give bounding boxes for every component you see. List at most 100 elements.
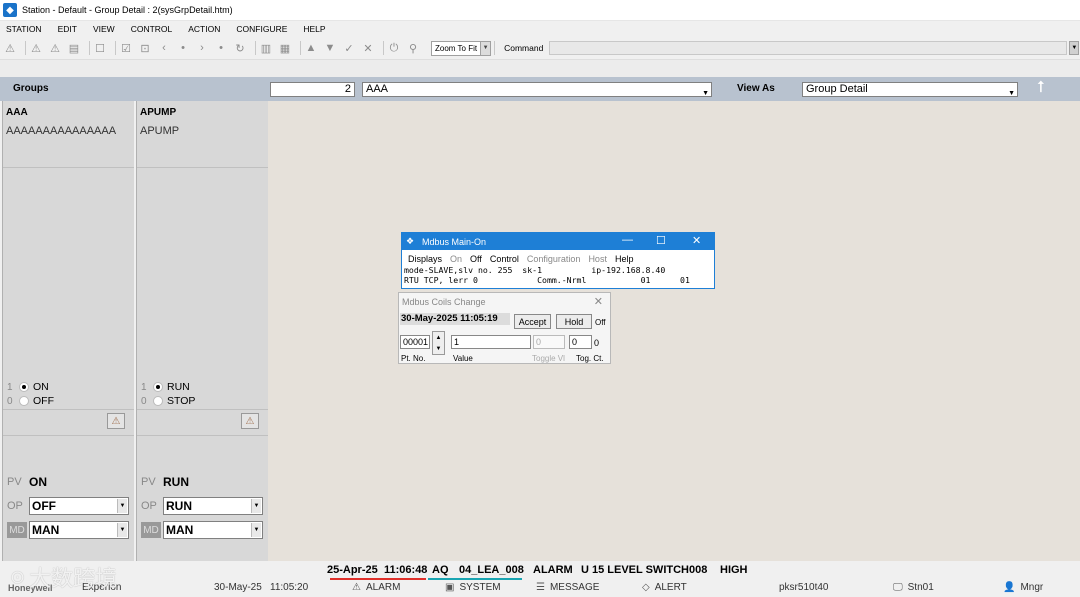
modbus-menu-off[interactable]: Off [470, 254, 482, 264]
point-name[interactable]: AAA [6, 107, 28, 118]
lower-icon[interactable]: ▼ [323, 41, 337, 55]
cancel-icon[interactable]: ✕ [361, 41, 375, 55]
group-name-select[interactable]: AAA ▼ [362, 82, 712, 97]
alarm-summary-icon[interactable]: ⚠ [3, 41, 17, 55]
coils-title-bar[interactable]: Mdbus Coils Change ✕ [399, 293, 610, 310]
chevron-down-icon[interactable]: ▼ [251, 523, 261, 537]
mode-select[interactable]: MAN ▼ [29, 521, 129, 539]
accept-button[interactable]: Accept [514, 314, 551, 329]
group-number-input[interactable]: 2 [270, 82, 355, 97]
menu-station[interactable]: STATION [4, 24, 44, 34]
toolbar-separator [300, 41, 301, 55]
maximize-icon[interactable]: ☐ [656, 234, 666, 247]
raise-icon[interactable]: ▲ [304, 41, 318, 55]
modbus-menu-on[interactable]: On [450, 254, 462, 264]
chevron-down-icon[interactable]: ▼ [702, 87, 709, 100]
point-name[interactable]: APUMP [140, 107, 176, 118]
toolbar-separator [115, 41, 116, 55]
point-number-input[interactable]: 00001 [400, 335, 430, 349]
divider [137, 167, 268, 168]
power-icon[interactable]: ⏻ [387, 41, 401, 55]
radio-on[interactable] [19, 382, 29, 392]
up-arrow-icon[interactable]: ⭡ [1037, 79, 1045, 97]
alarm-time: 11:06:48 [384, 564, 428, 576]
modbus-menu-host[interactable]: Host [588, 254, 607, 264]
value-input[interactable]: 1 [451, 335, 531, 349]
history-forward-icon[interactable]: • [214, 41, 228, 55]
spin-down-icon[interactable]: ▼ [436, 346, 442, 352]
history-icon[interactable]: • [176, 41, 190, 55]
menu-action[interactable]: ACTION [186, 24, 222, 34]
menu-edit[interactable]: EDIT [56, 24, 79, 34]
modbus-menu-control[interactable]: Control [490, 254, 519, 264]
modbus-menu-configuration[interactable]: Configuration [527, 254, 581, 264]
radio-stop[interactable] [153, 396, 163, 406]
chevron-down-icon[interactable]: ▼ [1069, 41, 1080, 55]
alarm-status-button[interactable]: ⚠ ALARM [352, 582, 400, 593]
point-number-spinner[interactable]: ▲ ▼ [432, 331, 445, 355]
pv-value: ON [29, 475, 47, 489]
chevron-down-icon[interactable]: ▼ [1008, 87, 1015, 100]
chevron-down-icon[interactable]: ▼ [251, 499, 261, 513]
close-icon[interactable]: ✕ [692, 234, 701, 247]
state-on-row[interactable]: 1 ON [7, 381, 49, 393]
state-label: STOP [167, 395, 196, 407]
bar-chart-icon[interactable]: ▦ [278, 41, 292, 55]
acknowledge-icon[interactable]: ☑ [119, 41, 133, 55]
toggle-value-input[interactable]: 0 [533, 335, 565, 349]
alarm-line[interactable]: 25-Apr-25 11:06:48 AQ 04_LEA_008 ALARM U… [0, 561, 1080, 581]
command-input[interactable] [549, 41, 1068, 55]
menu-configure[interactable]: CONFIGURE [234, 24, 289, 34]
printer-icon[interactable]: ▤ [67, 41, 81, 55]
back-icon[interactable]: ‹ [157, 41, 171, 55]
divider [3, 409, 134, 410]
main-display-area [268, 101, 1080, 561]
md-row: MD MAN ▼ [141, 521, 263, 539]
forward-icon[interactable]: › [195, 41, 209, 55]
modbus-menu-displays[interactable]: Displays [408, 254, 442, 264]
radio-off[interactable] [19, 396, 29, 406]
hold-button[interactable]: Hold [556, 314, 592, 329]
md-label: MD [141, 522, 161, 538]
message-status-button[interactable]: ☰ MESSAGE [536, 582, 599, 593]
user-name: Mngr [1020, 582, 1044, 593]
chevron-down-icon[interactable]: ▼ [117, 499, 127, 513]
chevron-down-icon[interactable]: ▼ [117, 523, 127, 537]
alert-status-button[interactable]: ◇ ALERT [642, 582, 687, 593]
spin-up-icon[interactable]: ▲ [436, 335, 442, 341]
alarm-button[interactable]: ⚠ [241, 413, 259, 429]
toggle-count-input[interactable]: 0 [569, 335, 592, 349]
refresh-icon[interactable]: ↻ [233, 41, 247, 55]
menu-view[interactable]: VIEW [91, 24, 117, 34]
menu-control[interactable]: CONTROL [129, 24, 175, 34]
silence-icon[interactable]: ⊡ [138, 41, 152, 55]
status-date: 30-May-25 [214, 582, 262, 593]
op-select[interactable]: RUN ▼ [163, 497, 263, 515]
alarm-filter-icon[interactable]: ⚠ [48, 41, 62, 55]
minimize-icon[interactable]: — [622, 234, 633, 246]
menu-help[interactable]: HELP [301, 24, 327, 34]
trend-icon[interactable]: ▥ [259, 41, 273, 55]
view-as-select[interactable]: Group Detail ▼ [802, 82, 1018, 97]
state-stop-row[interactable]: 0 STOP [141, 395, 195, 407]
modbus-title-bar[interactable]: ❖ Mdbus Main-On — ☐ ✕ [402, 233, 714, 250]
state-run-row[interactable]: 1 RUN [141, 381, 190, 393]
check-icon[interactable]: ✓ [342, 41, 356, 55]
page-icon[interactable]: ☐ [93, 41, 107, 55]
system-status-button[interactable]: ▣ SYSTEM [445, 582, 501, 593]
radio-run[interactable] [153, 382, 163, 392]
op-select[interactable]: OFF ▼ [29, 497, 129, 515]
state-off-row[interactable]: 0 OFF [7, 395, 54, 407]
alarm-icon[interactable]: ⚠ [29, 41, 43, 55]
modbus-menu-help[interactable]: Help [615, 254, 634, 264]
watermark: ⊙ 大数跨境 [10, 561, 117, 593]
alarm-button[interactable]: ⚠ [107, 413, 125, 429]
op-label: OP [141, 500, 157, 512]
zoom-select[interactable]: Zoom To Fit ▼ [431, 40, 492, 56]
chevron-down-icon[interactable]: ▼ [480, 41, 491, 55]
search-icon[interactable]: ⚲ [406, 41, 420, 55]
menu-bar: STATION EDIT VIEW CONTROL ACTION CONFIGU… [0, 21, 1080, 37]
alarm-indicator-bar [330, 578, 426, 580]
mode-select[interactable]: MAN ▼ [163, 521, 263, 539]
close-icon[interactable]: ✕ [594, 295, 603, 308]
